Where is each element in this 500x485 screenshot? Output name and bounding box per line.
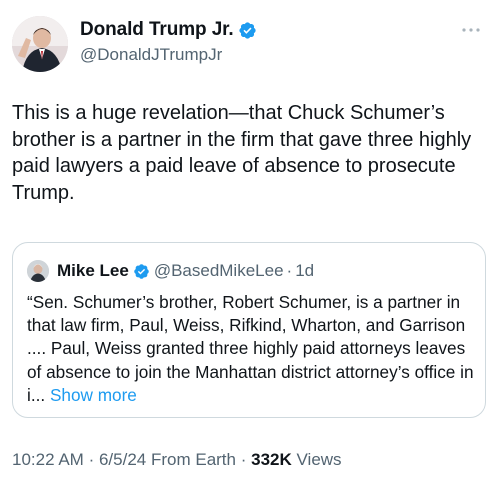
author-avatar[interactable] bbox=[12, 16, 68, 72]
quoted-tweet-card[interactable]: Mike Lee @BasedMikeLee · 1d “Sen. Schume… bbox=[12, 242, 486, 418]
views-count[interactable]: 332K bbox=[251, 450, 292, 469]
verified-badge-icon[interactable] bbox=[133, 263, 150, 280]
show-more-link[interactable]: Show more bbox=[50, 385, 137, 405]
verified-badge-icon[interactable] bbox=[238, 21, 257, 40]
meta-separator: · bbox=[88, 450, 95, 469]
quoted-author-handle[interactable]: @BasedMikeLee bbox=[154, 261, 284, 281]
quoted-author-avatar[interactable] bbox=[27, 260, 49, 282]
views-label: Views bbox=[296, 450, 342, 469]
author-display-name[interactable]: Donald Trump Jr. bbox=[80, 19, 234, 41]
quoted-author-display-name[interactable]: Mike Lee bbox=[57, 261, 129, 281]
meta-separator: · bbox=[240, 450, 247, 469]
tweet-meta: 10:22 AM · 6/5/24 From Earth · 332K View… bbox=[12, 450, 342, 470]
author-handle[interactable]: @DonaldJTrumpJr bbox=[80, 45, 257, 65]
quoted-separator: · bbox=[286, 261, 293, 280]
tweet-time[interactable]: 10:22 AM bbox=[12, 450, 84, 469]
author-block: Donald Trump Jr. @DonaldJTrumpJr bbox=[80, 18, 257, 65]
tweet-source: From Earth bbox=[150, 450, 236, 469]
quoted-tweet-text: “Sen. Schumer’s brother, Robert Schumer,… bbox=[27, 291, 479, 407]
tweet-date[interactable]: 6/5/24 bbox=[99, 450, 146, 469]
tweet-header: Donald Trump Jr. @DonaldJTrumpJr bbox=[12, 14, 488, 74]
quoted-tweet-header: Mike Lee @BasedMikeLee · 1d bbox=[27, 259, 314, 283]
author-name-row: Donald Trump Jr. bbox=[80, 18, 257, 42]
quoted-timestamp[interactable]: 1d bbox=[295, 261, 314, 281]
more-options-icon[interactable] bbox=[460, 22, 482, 38]
tweet-text: This is a huge revelation—that Chuck Sch… bbox=[12, 102, 472, 204]
